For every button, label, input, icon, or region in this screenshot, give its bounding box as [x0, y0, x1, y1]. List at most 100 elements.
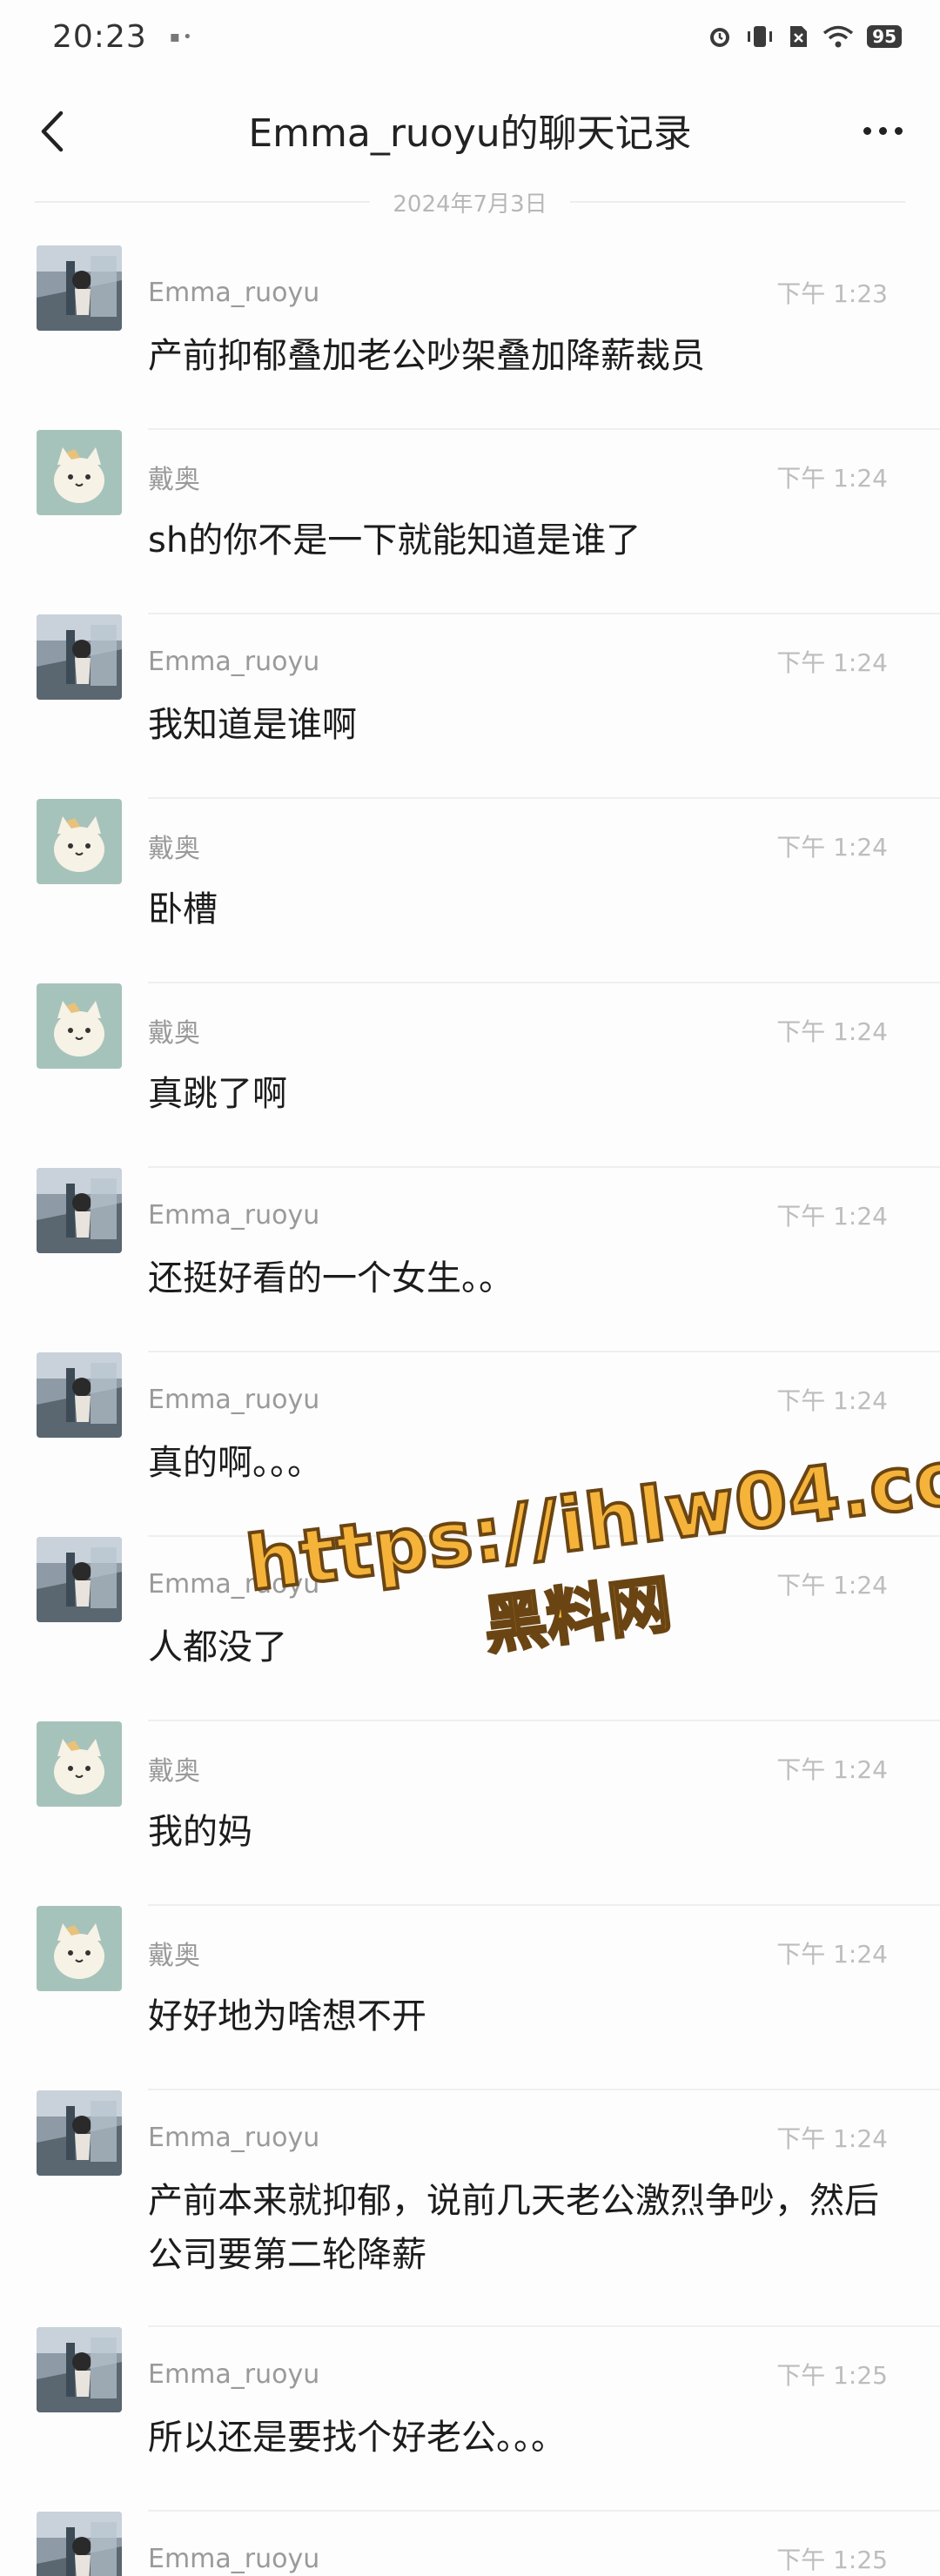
message-body: 戴奥 下午 1:24 好好地为啥想不开 [148, 1935, 888, 2089]
message-time: 下午 1:24 [776, 648, 888, 677]
avatar-emma[interactable] [37, 1168, 122, 1253]
message-row[interactable]: 戴奥 下午 1:24 sh的你不是一下就能知道是谁了 [37, 430, 940, 614]
sender-name: Emma_ruoyu [148, 2358, 320, 2390]
message-row[interactable]: 戴奥 下午 1:24 卧槽 [37, 799, 940, 983]
message-time: 下午 1:25 [776, 2361, 888, 2390]
divider [569, 201, 906, 203]
message-header: 戴奥 下午 1:24 [148, 1751, 888, 1787]
message-time: 下午 1:23 [776, 279, 888, 308]
message-body: Emma_ruoyu 下午 1:25 所以还是要找个好老公。。。 [148, 2357, 888, 2510]
date-separator: 2024年7月3日 [0, 186, 940, 218]
message-row[interactable]: Emma_ruoyu 下午 1:24 真的啊。。。 [37, 1352, 940, 1537]
message-body: 戴奥 下午 1:24 真跳了啊 [148, 1013, 888, 1166]
message-time: 下午 1:24 [776, 1017, 888, 1046]
sender-name: Emma_ruoyu [148, 1568, 320, 1600]
message-body: Emma_ruoyu下午 1:25不要在怀孕期间和公司一起欺负你 [148, 2541, 888, 2576]
more-dot-icon [863, 126, 871, 135]
back-arrow-icon[interactable] [31, 110, 75, 153]
message-row[interactable]: 戴奥 下午 1:24 真跳了啊 [37, 983, 940, 1168]
message-header: Emma_ruoyu 下午 1:24 [148, 644, 888, 679]
sender-name: 戴奥 [148, 465, 200, 495]
message-body: Emma_ruoyu 下午 1:24 我知道是谁啊 [148, 644, 888, 797]
avatar-emma[interactable] [37, 1537, 122, 1622]
message-text: 还挺好看的一个女生。。 [148, 1258, 514, 1298]
battery-indicator: 95 [867, 25, 902, 48]
message-list: Emma_ruoyu 下午 1:23 产前抑郁叠加老公吵架叠加降薪裁员 戴奥 下午 1:… [0, 245, 940, 2576]
more-dot-icon [894, 126, 903, 135]
message-time: 下午 1:24 [776, 464, 888, 493]
message-header: Emma_ruoyu 下午 1:24 [148, 2120, 888, 2155]
sim-off-icon [790, 26, 808, 47]
message-row[interactable]: Emma_ruoyu 下午 1:24 人都没了 [37, 1537, 940, 1721]
sender-name: 戴奥 [148, 1941, 200, 1971]
message-header: 戴奥 下午 1:24 [148, 460, 888, 495]
message-header: Emma_ruoyu 下午 1:25 [148, 2541, 888, 2576]
message-text: sh的你不是一下就能知道是谁了 [148, 520, 641, 560]
message-row[interactable]: Emma_ruoyu 下午 1:25 所以还是要找个好老公。。。 [37, 2327, 940, 2512]
message-text: 产前本来就抑郁，说前几天老公激烈争吵，然后公司要第二轮降薪 [148, 2181, 879, 2275]
page-title: Emma_ruoyu的聊天记录 [248, 111, 692, 156]
message-header: 戴奥 下午 1:24 [148, 828, 888, 864]
message-time: 下午 1:24 [776, 1940, 888, 1969]
wifi-icon [823, 25, 854, 48]
message-text: 卧槽 [148, 889, 218, 929]
nav-bar: Emma_ruoyu的聊天记录 [0, 73, 940, 186]
message-row[interactable]: Emma_ruoyu 下午 1:23 产前抑郁叠加老公吵架叠加降薪裁员 [37, 245, 940, 430]
avatar-emma[interactable] [37, 2327, 122, 2412]
more-options-button[interactable] [856, 111, 909, 150]
avatar-cat[interactable] [37, 430, 122, 515]
message-header: Emma_ruoyu 下午 1:24 [148, 1197, 888, 1232]
message-header: Emma_ruoyu 下午 1:23 [148, 275, 888, 310]
avatar-cat[interactable] [37, 799, 122, 884]
message-row[interactable]: Emma_ruoyu 下午 1:24 还挺好看的一个女生。。 [37, 1168, 940, 1352]
message-header: 戴奥 下午 1:24 [148, 1013, 888, 1049]
avatar-cat[interactable] [37, 983, 122, 1069]
alarm-icon [710, 28, 730, 47]
message-text: 真跳了啊 [148, 1074, 287, 1114]
message-time: 下午 1:24 [776, 1571, 888, 1600]
avatar-cat[interactable] [37, 1721, 122, 1807]
message-body: 戴奥 下午 1:24 sh的你不是一下就能知道是谁了 [148, 460, 888, 613]
message-row[interactable]: 戴奥 下午 1:24 我的妈 [37, 1721, 940, 1906]
message-text: 所以还是要找个好老公。。。 [148, 2418, 566, 2458]
message-body: 戴奥 下午 1:24 卧槽 [148, 828, 888, 982]
message-body: Emma_ruoyu 下午 1:24 产前本来就抑郁，说前几天老公激烈争吵，然后公司… [148, 2120, 888, 2325]
message-text: 人都没了 [148, 1627, 287, 1667]
sender-name: Emma_ruoyu [148, 277, 320, 308]
message-row[interactable]: Emma_ruoyu 下午 1:24 产前本来就抑郁，说前几天老公激烈争吵，然后公司… [37, 2090, 940, 2327]
sender-name: Emma_ruoyu [148, 2543, 320, 2574]
message-text: 好好地为啥想不开 [148, 1996, 426, 2036]
message-text: 产前抑郁叠加老公吵架叠加降薪裁员 [148, 336, 705, 376]
status-time: 20:23 [52, 18, 147, 55]
avatar-emma[interactable] [37, 1352, 122, 1438]
message-time: 下午 1:25 [776, 2546, 888, 2574]
message-header: Emma_ruoyu 下午 1:25 [148, 2357, 888, 2392]
status-bar: 20:23 ▪• 95 [0, 0, 940, 73]
message-header: Emma_ruoyu 下午 1:24 [148, 1566, 888, 1601]
avatar-cat[interactable] [37, 1906, 122, 1991]
message-time: 下午 1:24 [776, 1386, 888, 1415]
message-time: 下午 1:24 [776, 833, 888, 862]
sender-name: Emma_ruoyu [148, 2122, 320, 2153]
message-row[interactable]: Emma_ruoyu 下午 1:24 我知道是谁啊 [37, 614, 940, 799]
message-row[interactable]: Emma_ruoyu下午 1:25不要在怀孕期间和公司一起欺负你 [37, 2512, 940, 2576]
message-time: 下午 1:24 [776, 1202, 888, 1231]
message-header: 戴奥 下午 1:24 [148, 1935, 888, 1971]
avatar-emma[interactable] [37, 2512, 122, 2576]
message-header: Emma_ruoyu 下午 1:24 [148, 1382, 888, 1417]
sender-name: Emma_ruoyu [148, 1384, 320, 1415]
avatar-emma[interactable] [37, 614, 122, 700]
vibrate-icon [748, 26, 773, 47]
sender-name: Emma_ruoyu [148, 646, 320, 677]
sender-name: 戴奥 [148, 1756, 200, 1787]
message-body: 戴奥 下午 1:24 我的妈 [148, 1751, 888, 1904]
sender-name: 戴奥 [148, 1018, 200, 1049]
avatar-emma[interactable] [37, 2090, 122, 2176]
message-body: Emma_ruoyu 下午 1:24 真的啊。。。 [148, 1382, 888, 1535]
message-row[interactable]: 戴奥 下午 1:24 好好地为啥想不开 [37, 1906, 940, 2090]
message-text: 我知道是谁啊 [148, 705, 357, 745]
message-time: 下午 1:24 [776, 1755, 888, 1784]
sender-name: Emma_ruoyu [148, 1199, 320, 1231]
notification-icons: ▪• [169, 27, 195, 46]
avatar-emma[interactable] [37, 245, 122, 331]
